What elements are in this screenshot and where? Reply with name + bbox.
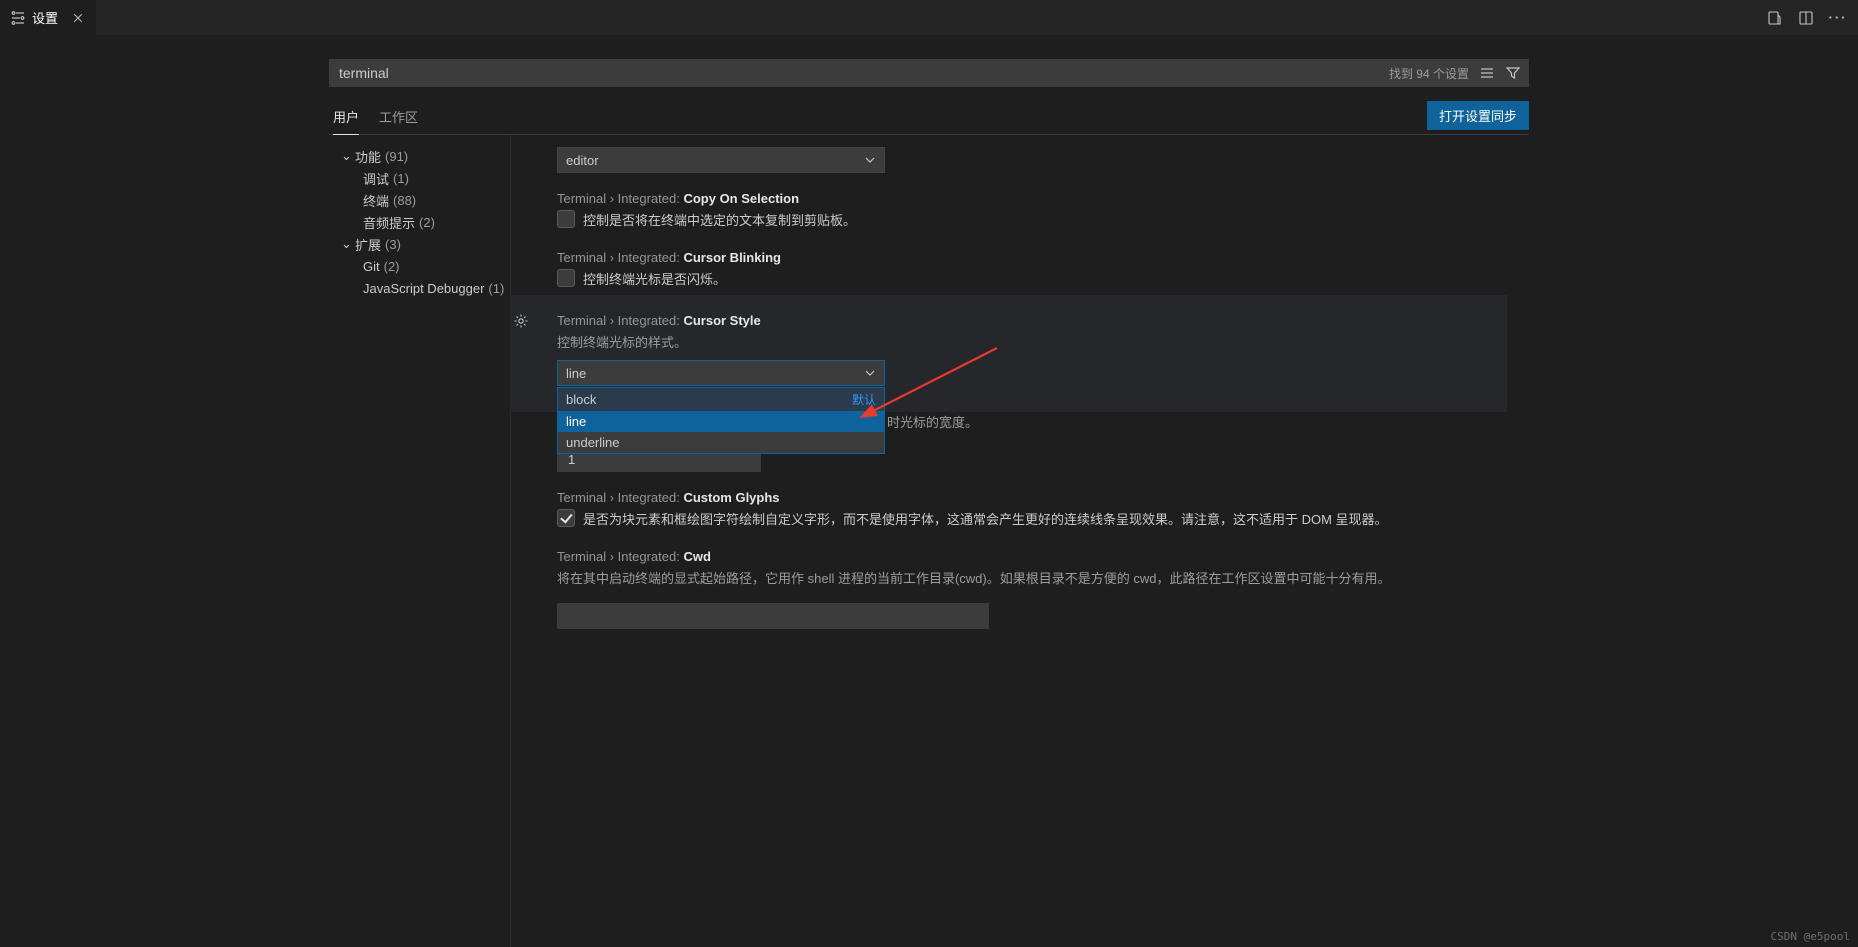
select-value: editor xyxy=(566,153,599,168)
tree-item-audio[interactable]: 音频提示 (2) xyxy=(329,211,510,233)
tree-count: (2) xyxy=(384,259,400,274)
title-bar: 设置 ··· xyxy=(0,0,1858,35)
filter-icon[interactable] xyxy=(1505,65,1521,81)
tree-item-jsdebugger[interactable]: JavaScript Debugger (1) xyxy=(329,277,510,299)
tree-item-features[interactable]: ⌄ 功能 (91) xyxy=(329,145,510,167)
setting-title: Terminal › Integrated: Copy On Selection xyxy=(557,191,1507,206)
tree-count: (88) xyxy=(393,193,416,208)
clear-search-icon[interactable] xyxy=(1479,65,1495,81)
option-label: underline xyxy=(566,435,620,450)
tree-label: 功能 xyxy=(355,147,381,166)
tab-title: 设置 xyxy=(32,8,58,27)
setting-desc: 控制终端光标的样式。 xyxy=(557,332,1487,354)
setting-item-cursor-blinking: Terminal › Integrated: Cursor Blinking 控… xyxy=(533,236,1507,295)
dropdown-list-cursor-style: block 默认 line underline xyxy=(557,387,885,454)
checkbox-copy-on-selection[interactable] xyxy=(557,210,575,228)
chevron-down-icon xyxy=(864,367,876,379)
tree-label: 音频提示 xyxy=(363,213,415,232)
setting-desc: 是否为块元素和框绘图字符绘制自定义字形，而不是使用字体，这通常会产生更好的连续线… xyxy=(583,509,1388,531)
tree-label: 扩展 xyxy=(355,235,381,254)
search-row: 找到 94 个设置 xyxy=(329,59,1529,87)
option-label: line xyxy=(566,414,586,429)
settings-tree: ⌄ 功能 (91) 调试 (1) 终端 (88) 音频提示 (2) ⌄ 扩展 (… xyxy=(329,135,511,947)
setting-title: Terminal › Integrated: Custom Glyphs xyxy=(557,490,1507,505)
tab-group: 设置 xyxy=(0,0,96,35)
scope-tab-user[interactable]: 用户 xyxy=(333,101,359,135)
tree-item-terminal[interactable]: 终端 (88) xyxy=(329,189,510,211)
close-icon[interactable] xyxy=(70,10,86,26)
setting-item-cursor-style: Terminal › Integrated: Cursor Style 控制终端… xyxy=(511,295,1507,412)
setting-crumb: Terminal › Integrated: xyxy=(557,549,683,564)
tree-label: 终端 xyxy=(363,191,389,210)
setting-crumb: Terminal › Integrated: xyxy=(557,490,683,505)
cursor-width-suffix: 时光标的宽度。 xyxy=(887,415,978,430)
tree-label: JavaScript Debugger xyxy=(363,281,484,296)
scope-tabs: 用户 工作区 xyxy=(329,101,418,134)
setting-crumb: Terminal › Integrated: xyxy=(557,313,683,328)
settings-list[interactable]: editor Terminal › Integrated: Copy On Se… xyxy=(511,135,1529,947)
settings-body: ⌄ 功能 (91) 调试 (1) 终端 (88) 音频提示 (2) ⌄ 扩展 (… xyxy=(329,135,1529,947)
watermark: CSDN @e5pool xyxy=(1771,930,1850,943)
tree-count: (3) xyxy=(385,237,401,252)
gear-icon[interactable] xyxy=(513,313,529,329)
open-settings-sync-button[interactable]: 打开设置同步 xyxy=(1427,101,1529,130)
select-value: line xyxy=(566,366,586,381)
setting-item-copy-on-selection: Terminal › Integrated: Copy On Selection… xyxy=(533,177,1507,236)
setting-name: Custom Glyphs xyxy=(683,490,779,505)
option-block[interactable]: block 默认 xyxy=(558,388,884,411)
tree-label: 调试 xyxy=(363,169,389,188)
more-actions-icon[interactable]: ··· xyxy=(1830,10,1846,26)
tree-item-debug[interactable]: 调试 (1) xyxy=(329,167,510,189)
tree-count: (1) xyxy=(393,171,409,186)
setting-title: Terminal › Integrated: Cwd xyxy=(557,549,1507,564)
checkbox-custom-glyphs[interactable] xyxy=(557,509,575,527)
checkbox-cursor-blinking[interactable] xyxy=(557,269,575,287)
option-underline[interactable]: underline xyxy=(558,432,884,453)
search-input[interactable] xyxy=(329,59,1529,87)
option-label: block xyxy=(566,392,596,407)
new-file-icon[interactable] xyxy=(1766,10,1782,26)
settings-header: 找到 94 个设置 用户 工作区 打开设置同步 xyxy=(329,35,1529,135)
setting-name: Copy On Selection xyxy=(683,191,799,206)
setting-name: Cursor Style xyxy=(683,313,760,328)
tree-label: Git xyxy=(363,259,380,274)
setting-desc: 控制终端光标是否闪烁。 xyxy=(583,269,726,291)
settings-list-icon xyxy=(10,10,26,26)
setting-title: Terminal › Integrated: Cursor Style xyxy=(557,313,1487,328)
setting-name: Cursor Blinking xyxy=(683,250,781,265)
setting-name: Cwd xyxy=(683,549,710,564)
chevron-down-icon: ⌄ xyxy=(341,236,355,252)
settings-editor: 找到 94 个设置 用户 工作区 打开设置同步 ⌄ 功能 (91) xyxy=(0,35,1858,947)
tree-item-extensions[interactable]: ⌄ 扩展 (3) xyxy=(329,233,510,255)
setting-crumb: Terminal › Integrated: xyxy=(557,250,683,265)
setting-desc: 控制是否将在终端中选定的文本复制到剪贴板。 xyxy=(583,210,856,232)
tab-settings[interactable]: 设置 xyxy=(0,0,96,35)
dropdown-cursor-style: line block 默认 line xyxy=(557,360,1487,386)
search-result-count: 找到 94 个设置 xyxy=(1389,65,1469,82)
tree-count: (91) xyxy=(385,149,408,164)
option-line[interactable]: line xyxy=(558,411,884,432)
tree-count: (1) xyxy=(488,281,504,296)
input-cwd[interactable] xyxy=(557,603,989,629)
default-badge: 默认 xyxy=(852,391,876,408)
title-actions: ··· xyxy=(1754,10,1858,26)
setting-desc: 将在其中启动终端的显式起始路径，它用作 shell 进程的当前工作目录(cwd)… xyxy=(557,568,1507,590)
tree-count: (2) xyxy=(419,215,435,230)
setting-item-custom-glyphs: Terminal › Integrated: Custom Glyphs 是否为… xyxy=(533,476,1507,535)
setting-crumb: Terminal › Integrated: xyxy=(557,191,683,206)
chevron-down-icon: ⌄ xyxy=(341,148,355,164)
tree-item-git[interactable]: Git (2) xyxy=(329,255,510,277)
scope-tab-workspace[interactable]: 工作区 xyxy=(379,101,418,134)
scope-tabs-row: 用户 工作区 打开设置同步 xyxy=(329,101,1529,135)
select-cursor-style[interactable]: line xyxy=(557,360,885,386)
split-editor-icon[interactable] xyxy=(1798,10,1814,26)
setting-item-cwd: Terminal › Integrated: Cwd 将在其中启动终端的显式起始… xyxy=(533,535,1507,632)
chevron-down-icon xyxy=(864,154,876,166)
search-suffix: 找到 94 个设置 xyxy=(1389,59,1521,87)
setting-item-top-select: editor xyxy=(533,141,1507,177)
select-editor[interactable]: editor xyxy=(557,147,885,173)
setting-title: Terminal › Integrated: Cursor Blinking xyxy=(557,250,1507,265)
